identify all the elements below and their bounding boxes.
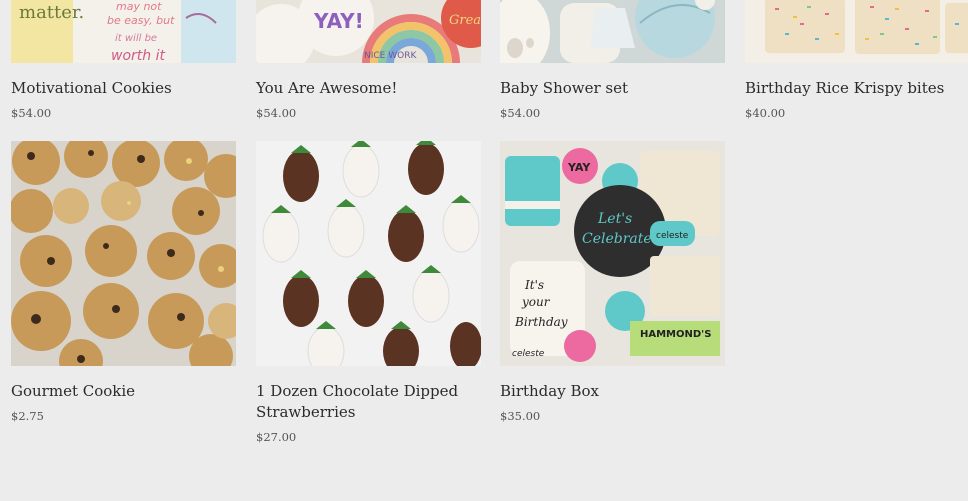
cookie-text-birthday: Birthday [514,315,568,329]
product-price: $54.00 [500,106,541,120]
product-image-birthday-rice-krispy[interactable] [745,0,968,63]
product-title[interactable]: Motivational Cookies [11,78,236,99]
product-price: $40.00 [745,106,786,120]
product-price: $54.00 [256,106,297,120]
cookie-text-worth-it: worth it [111,48,165,63]
product-card-gourmet-cookie[interactable]: Gourmet Cookie $2.75 [11,141,236,461]
motivational-cookies-image: matter. may not be easy, but it will be … [11,0,236,63]
product-image-birthday-box[interactable]: YAY Let's Celebrate celeste It's your Bi… [500,141,725,366]
cookie-text-hammonds: HAMMOND'S [640,329,711,340]
product-title[interactable]: Gourmet Cookie [11,381,236,402]
cookie-text-yay-top: YAY [567,161,591,174]
product-card-birthday-box[interactable]: YAY Let's Celebrate celeste It's your Bi… [500,141,725,461]
product-image-you-are-awesome[interactable]: YAY! NICE WORK Great Job [256,0,481,63]
product-card-baby-shower-set[interactable]: Baby Shower set $54.00 [500,0,725,125]
cookie-text-lets: Let's [597,211,632,227]
product-price: $54.00 [11,106,52,120]
rice-krispy-image [745,0,968,63]
product-card-birthday-rice-krispy[interactable]: Birthday Rice Krispy bites $40.00 [745,0,968,125]
product-grid: matter. may not be easy, but it will be … [0,0,968,501]
cookie-text-celeste-right: celeste [656,231,689,241]
cookie-text-may-not: may not [116,0,162,13]
product-image-baby-shower-set[interactable] [500,0,725,63]
cookie-text-your: your [521,295,551,309]
cookie-text-yay: YAY! [313,9,364,33]
product-price: $27.00 [256,430,297,444]
cookie-text-be-easy: be easy, but [107,14,175,27]
product-image-motivational-cookies[interactable]: matter. may not be easy, but it will be … [11,0,236,63]
product-title[interactable]: Birthday Box [500,381,725,402]
cookie-text-nice-work: NICE WORK [364,51,417,61]
product-image-gourmet-cookie[interactable] [11,141,236,366]
product-title[interactable]: 1 Dozen Chocolate Dipped Strawberries [256,381,481,423]
product-title[interactable]: You Are Awesome! [256,78,481,99]
product-card-motivational-cookies[interactable]: matter. may not be easy, but it will be … [11,0,236,125]
baby-shower-image [500,0,725,63]
product-title[interactable]: Birthday Rice Krispy bites [745,78,968,99]
birthday-box-image: YAY Let's Celebrate celeste It's your Bi… [500,141,725,366]
cookie-text-it-will-be: it will be [115,33,157,44]
product-card-chocolate-strawberries[interactable]: 1 Dozen Chocolate Dipped Strawberries $2… [256,141,481,461]
product-image-chocolate-strawberries[interactable] [256,141,481,366]
cookie-text-celeste-left: celeste [512,349,545,359]
product-title[interactable]: Baby Shower set [500,78,725,99]
you-are-awesome-image: YAY! NICE WORK Great Job [256,0,481,63]
cookie-text-its: It's [524,278,544,292]
product-card-you-are-awesome[interactable]: YAY! NICE WORK Great Job You Are Awesome… [256,0,481,125]
chocolate-strawberries-image [256,141,481,366]
cookie-text-matter: matter. [19,2,84,23]
product-price: $35.00 [500,409,541,423]
gourmet-cookie-image [11,141,236,366]
cookie-text-great-job: Great Job [449,13,481,28]
cookie-text-celebrate: Celebrate [582,231,652,247]
product-price: $2.75 [11,409,44,423]
